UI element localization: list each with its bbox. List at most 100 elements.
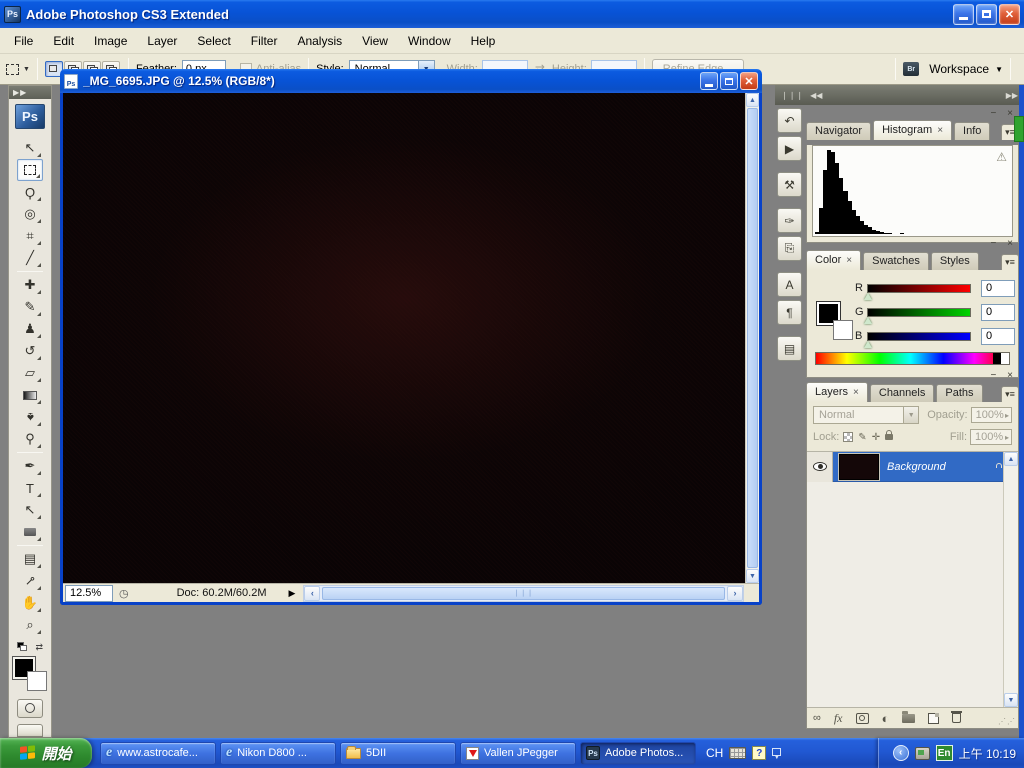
taskbar-button[interactable]: 5DII	[340, 741, 456, 765]
slider-thumb-icon[interactable]	[864, 316, 872, 324]
new-group-icon[interactable]	[902, 710, 916, 723]
marquee-tool-preset-icon[interactable]	[6, 63, 19, 75]
type-tool[interactable]: T	[17, 477, 43, 499]
status-menu-arrow-icon[interactable]: ▶	[288, 588, 295, 599]
lock-image-icon[interactable]: ✎	[858, 432, 866, 443]
tab-close-icon[interactable]: ×	[846, 255, 852, 266]
fill-field[interactable]: 100% ▸	[970, 429, 1012, 445]
taskbar-button[interactable]: Ps Adobe Photos...	[580, 741, 696, 765]
eraser-tool[interactable]: ▱	[17, 362, 43, 384]
menu-file[interactable]: File	[4, 31, 43, 51]
workspace-dropdown-icon[interactable]: ▼	[995, 65, 1003, 74]
channel-slider[interactable]	[864, 283, 971, 300]
spinner-icon[interactable]: ▸	[1005, 411, 1009, 420]
tool-preset-dropdown-icon[interactable]: ▼	[23, 66, 30, 73]
tab-swatches[interactable]: Swatches	[863, 252, 929, 270]
screen-mode-button[interactable]	[17, 723, 43, 737]
doc-minimize-button[interactable]	[700, 72, 718, 90]
minimize-button[interactable]	[953, 3, 974, 25]
menu-help[interactable]: Help	[461, 31, 506, 51]
history-icon[interactable]: ↶	[777, 108, 802, 133]
panel-menu-icon[interactable]: ▾≡	[1001, 254, 1019, 270]
menu-image[interactable]: Image	[84, 31, 137, 51]
tab-paths[interactable]: Paths	[936, 384, 983, 402]
spot-healing-brush-tool[interactable]: ✚	[17, 274, 43, 296]
opacity-field[interactable]: 100% ▸	[970, 407, 1012, 423]
brushes-icon[interactable]: ✑	[777, 208, 802, 233]
maximize-button[interactable]	[976, 3, 997, 25]
menu-analysis[interactable]: Analysis	[287, 31, 352, 51]
layers-scrollbar[interactable]: ▲ ▼	[1003, 452, 1018, 707]
layer-comps-icon[interactable]: ▤	[777, 336, 802, 361]
zoom-tool[interactable]: ⌕	[17, 614, 43, 636]
hide-icons-chevron[interactable]: ‹	[892, 745, 909, 761]
tab-channels[interactable]: Channels	[869, 384, 935, 402]
slice-tool[interactable]: ╱	[17, 247, 43, 269]
paragraph-icon[interactable]: ¶	[777, 300, 802, 325]
vertical-scroll-thumb[interactable]	[747, 108, 758, 568]
tab-layers[interactable]: Layers ×	[806, 382, 868, 402]
panel-group-controls[interactable]: − ×	[991, 238, 1017, 249]
lasso-tool[interactable]: Ϙ	[17, 181, 43, 203]
quick-mask-button[interactable]	[17, 698, 43, 718]
dock-grip-icon[interactable]: ❘❘❘	[781, 91, 804, 100]
lock-transparency-icon[interactable]	[843, 432, 854, 442]
new-layer-icon[interactable]	[928, 712, 940, 724]
add-layer-mask-icon[interactable]	[855, 712, 869, 724]
eyedropper-tool[interactable]: ⊸	[17, 570, 43, 592]
channel-value-field[interactable]: 0	[981, 279, 1015, 297]
lock-all-icon[interactable]	[885, 430, 894, 440]
notes-tool[interactable]: ▤	[17, 548, 43, 570]
taskbar-button[interactable]: e Nikon D800 ...	[220, 741, 336, 765]
lock-position-icon[interactable]: ✛	[872, 432, 880, 443]
tab-styles[interactable]: Styles	[930, 252, 979, 270]
vertical-scrollbar[interactable]: ▲ ▼	[745, 93, 759, 583]
move-tool[interactable]: ↖	[17, 137, 43, 159]
channel-value-field[interactable]: 0	[981, 327, 1015, 345]
menu-view[interactable]: View	[352, 31, 398, 51]
background-color-swatch[interactable]	[833, 320, 853, 340]
delete-layer-icon[interactable]	[951, 711, 963, 723]
channel-slider[interactable]	[864, 307, 971, 324]
start-button[interactable]: 開始	[0, 738, 92, 768]
scroll-up-icon[interactable]: ▲	[1004, 452, 1018, 466]
tool-palette-header[interactable]: ▶▶	[9, 86, 51, 100]
adjustment-layer-icon[interactable]: ◐	[882, 711, 890, 726]
quick-selection-tool[interactable]: ◎	[17, 203, 43, 225]
history-brush-tool[interactable]: ↺	[17, 340, 43, 362]
channel-slider[interactable]	[864, 331, 971, 348]
layer-row[interactable]: Background	[807, 451, 1003, 482]
keyboard-icon[interactable]	[729, 747, 747, 759]
language-options-icon[interactable]: ▼	[772, 748, 782, 761]
link-layers-icon[interactable]: ∞	[813, 712, 821, 724]
doc-close-button[interactable]: ✕	[740, 72, 758, 90]
rectangular-marquee-tool[interactable]	[17, 159, 43, 182]
language-help-icon[interactable]: ?	[752, 746, 767, 760]
pen-tool[interactable]: ✒	[17, 455, 43, 477]
document-titlebar[interactable]: Ps _MG_6695.JPG @ 12.5% (RGB/8*) ✕	[60, 69, 762, 93]
layer-thumbnail[interactable]	[838, 452, 880, 481]
menu-edit[interactable]: Edit	[43, 31, 84, 51]
dock-expand-icon[interactable]: ▶▶	[1006, 91, 1018, 100]
cached-data-warning-icon[interactable]: ⚠	[996, 150, 1007, 164]
photoshop-logo-button[interactable]: Ps	[15, 104, 45, 130]
tab-info[interactable]: Info	[954, 122, 991, 140]
clone-source-icon[interactable]: ⎘	[777, 236, 802, 261]
menu-window[interactable]: Window	[398, 31, 461, 51]
layer-style-icon[interactable]: fx	[834, 711, 843, 726]
menu-layer[interactable]: Layer	[137, 31, 187, 51]
ime-language-icon[interactable]: En	[935, 745, 953, 761]
menu-filter[interactable]: Filter	[241, 31, 288, 51]
horizontal-scroll-thumb[interactable]: ❘❘❘	[322, 586, 725, 600]
character-icon[interactable]: A	[777, 272, 802, 297]
tab-close-icon[interactable]: ×	[853, 387, 859, 398]
tab-color[interactable]: Color ×	[806, 250, 862, 270]
tab-histogram[interactable]: Histogram ×	[873, 120, 953, 140]
scroll-down-icon[interactable]: ▼	[746, 569, 759, 583]
tool-presets-icon[interactable]: ⚒	[777, 172, 802, 197]
panel-resize-grip[interactable]: ⋰⋰	[998, 717, 1016, 726]
panel-menu-icon[interactable]: ▾≡	[1001, 386, 1019, 402]
slider-thumb-icon[interactable]	[864, 292, 872, 300]
horizontal-scrollbar[interactable]: ‹ ❘❘❘ ›	[303, 584, 744, 602]
clone-stamp-tool[interactable]: ♟	[17, 318, 43, 340]
